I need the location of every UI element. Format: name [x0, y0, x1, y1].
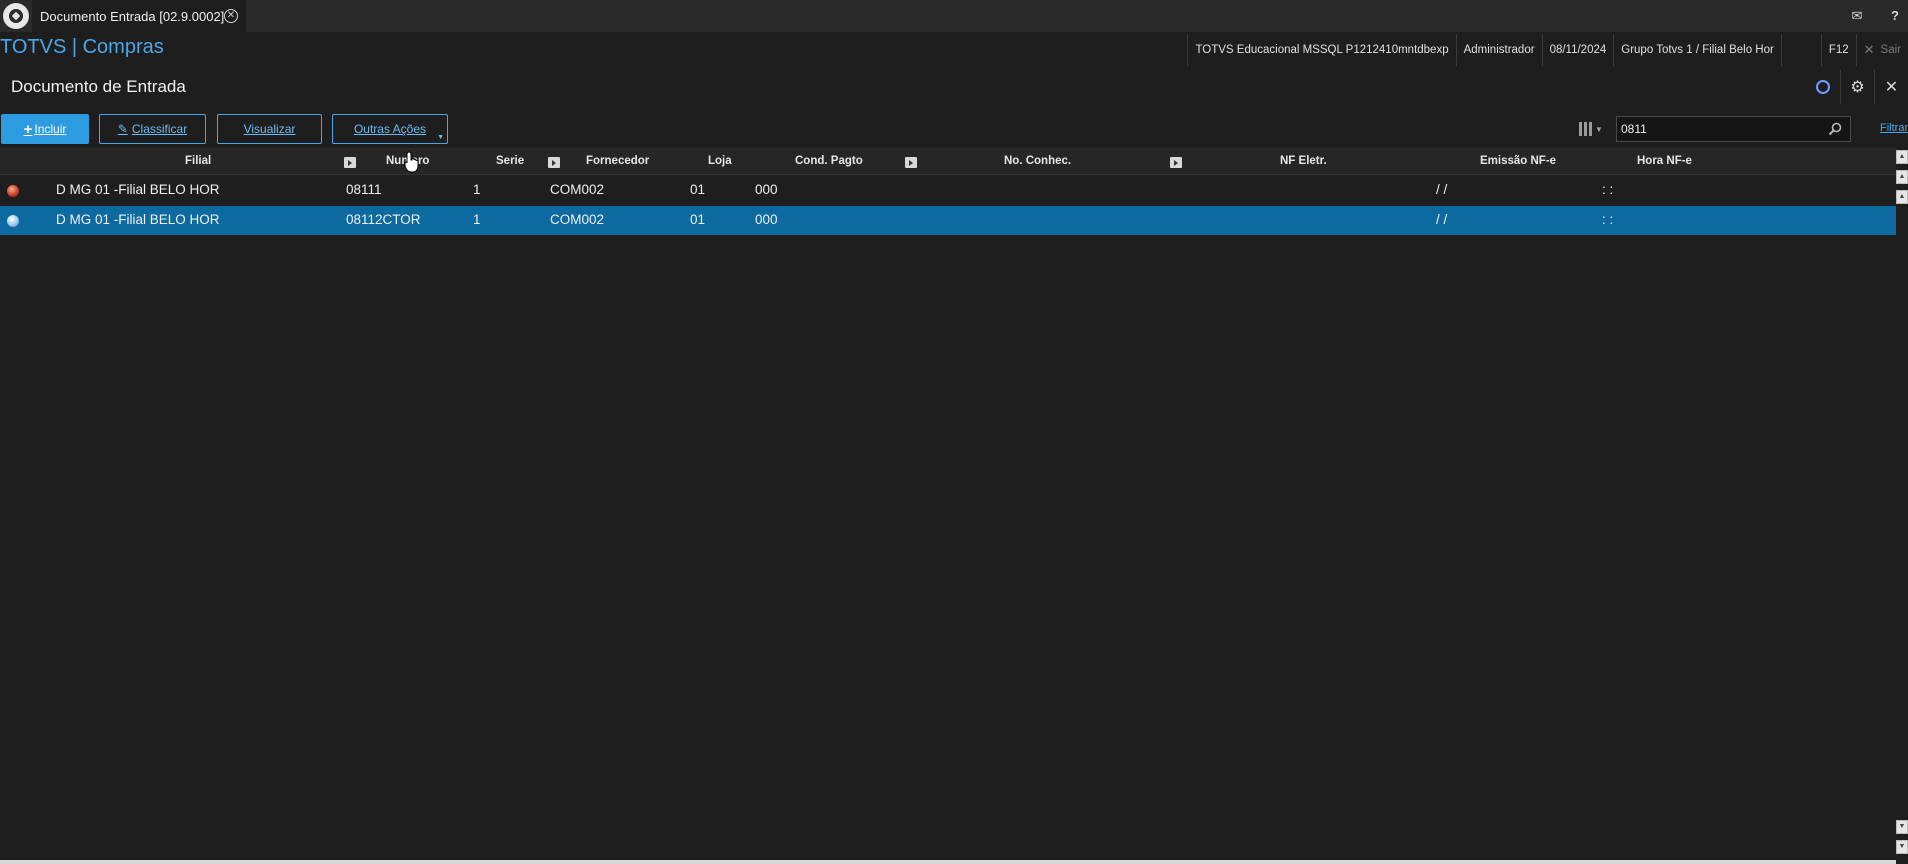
table-row[interactable]: D MG 01 -Filial BELO HOR 08111 1 COM002 … [0, 176, 1896, 205]
col-hora-nfe[interactable]: Hora NF-e [1637, 155, 1692, 167]
cell-hora: : : [1602, 212, 1614, 227]
cell-hora: : : [1602, 182, 1614, 197]
shortcut-f12[interactable]: F12 [1820, 34, 1856, 66]
col-loja[interactable]: Loja [708, 155, 732, 167]
exit-label: Sair [1880, 44, 1901, 56]
env-database[interactable]: TOTVS Educacional MSSQL P1212410mntdbexp [1187, 34, 1455, 66]
cell-fornecedor: COM002 [550, 212, 605, 227]
search-icon[interactable] [1828, 122, 1842, 136]
app-brand: TOTVS | Compras [0, 36, 164, 58]
env-spacer [1780, 34, 1821, 66]
cell-fornecedor: COM002 [550, 182, 605, 197]
col-sort-icon[interactable] [1170, 157, 1182, 168]
visualizar-label: Visualizar [243, 122, 296, 136]
cell-cond-pagto: 000 [755, 182, 778, 197]
tab-title: Documento Entrada [02.9.0002] [40, 8, 225, 24]
cell-serie: 1 [473, 182, 481, 197]
col-nf-eletr[interactable]: NF Eletr. [1280, 155, 1327, 167]
status-blue-icon [7, 215, 19, 227]
cell-loja: 01 [690, 182, 706, 197]
cell-emissao: / / [1436, 182, 1448, 197]
cell-cond-pagto: 000 [755, 212, 778, 227]
env-date[interactable]: 08/11/2024 [1541, 34, 1614, 66]
cell-emissao: / / [1436, 212, 1448, 227]
col-no-conhec[interactable]: No. Conhec. [1004, 155, 1071, 167]
classificar-label: Classificar [131, 122, 188, 136]
page-title: Documento de Entrada [11, 77, 186, 96]
scroll-down-icon[interactable]: ▼ [1896, 820, 1908, 834]
scroll-page-up-icon[interactable]: ▲ [1896, 170, 1908, 184]
cell-numero: 08112CTOR [346, 212, 421, 227]
scroll-bottom-icon[interactable]: ▼ [1896, 840, 1908, 854]
cell-loja: 01 [690, 212, 706, 227]
plus-icon: + [23, 120, 33, 138]
cell-filial: D MG 01 -Filial BELO HOR [56, 182, 220, 197]
outras-acoes-label: Outras Ações [353, 122, 427, 136]
app-header: TOTVS | Compras TOTVS Educacional MSSQL … [0, 32, 1908, 68]
cell-serie: 1 [473, 212, 481, 227]
env-branch[interactable]: Grupo Totvs 1 / Filial Belo Hor [1613, 34, 1781, 66]
col-serie[interactable]: Serie [496, 155, 524, 167]
scroll-top-icon[interactable]: ▲ [1896, 150, 1908, 164]
columns-selector-icon[interactable]: ▼ [1579, 118, 1605, 140]
app-root: Documento Entrada [02.9.0002] ✕ ✉ ? TOTV… [0, 0, 1908, 864]
pencil-icon: ✎ [117, 122, 128, 136]
exit-icon: ✕ [1863, 42, 1875, 57]
hand-cursor-icon [404, 151, 419, 173]
tab-bar: Documento Entrada [02.9.0002] ✕ ✉ ? [0, 0, 1908, 32]
col-sort-icon[interactable] [905, 157, 917, 168]
totvs-logo-icon[interactable] [3, 3, 29, 29]
scroll-up-icon[interactable]: ▲ [1896, 190, 1908, 204]
status-red-icon [7, 185, 19, 197]
environment-bar: TOTVS Educacional MSSQL P1212410mntdbexp… [1187, 34, 1908, 66]
search-area: ▼ [1575, 114, 1851, 144]
refresh-circle-icon[interactable] [1806, 70, 1840, 104]
col-sort-icon[interactable] [548, 157, 560, 168]
help-icon[interactable]: ? [1884, 5, 1906, 27]
settings-icon[interactable]: ⚙ [1840, 70, 1874, 104]
exit-button[interactable]: ✕ Sair [1855, 34, 1908, 66]
page-title-actions: ⚙ ✕ [1806, 70, 1908, 104]
col-sort-icon[interactable] [344, 157, 356, 168]
close-page-icon[interactable]: ✕ [1874, 70, 1908, 104]
col-fornecedor[interactable]: Fornecedor [586, 155, 649, 167]
search-input[interactable] [1616, 116, 1851, 142]
env-user[interactable]: Administrador [1455, 34, 1542, 66]
col-cond-pagto[interactable]: Cond. Pagto [795, 155, 863, 167]
table-row[interactable]: D MG 01 -Filial BELO HOR 08112CTOR 1 COM… [0, 206, 1896, 235]
tab-documento-entrada[interactable]: Documento Entrada [02.9.0002] [32, 0, 246, 32]
chevron-down-icon: ▼ [437, 134, 444, 141]
col-emissao-nfe[interactable]: Emissão NF-e [1480, 155, 1556, 167]
cell-numero: 08111 [346, 182, 382, 197]
bottom-border [0, 860, 1896, 864]
grid-vertical-scrollbar[interactable]: ▲ ▲ ▲ ▼ ▼ [1896, 148, 1908, 860]
classificar-button[interactable]: ✎ Classificar [99, 114, 206, 144]
col-filial[interactable]: Filial [185, 155, 211, 167]
tab-close-icon[interactable]: ✕ [224, 9, 238, 23]
visualizar-button[interactable]: Visualizar [217, 114, 322, 144]
incluir-button[interactable]: + Incluir [1, 114, 89, 144]
outras-acoes-button[interactable]: Outras Ações ▼ [332, 114, 448, 144]
filter-link[interactable]: Filtrar [1880, 122, 1908, 134]
cell-filial: D MG 01 -Filial BELO HOR [56, 212, 220, 227]
incluir-label: Incluir [34, 122, 67, 136]
grid-header: Filial Numero Serie Fornecedor Loja Cond… [0, 149, 1896, 175]
mail-icon[interactable]: ✉ [1846, 5, 1868, 27]
documents-grid: Filial Numero Serie Fornecedor Loja Cond… [0, 148, 1896, 860]
